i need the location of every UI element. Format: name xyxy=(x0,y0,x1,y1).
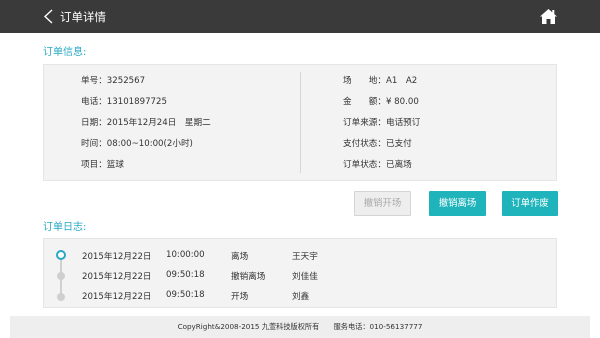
log-user: 刘佳佳 xyxy=(292,272,318,282)
source-row: 订单来源：电话预订 xyxy=(343,116,420,128)
venue-value: A1 A2 xyxy=(385,76,418,86)
home-icon[interactable] xyxy=(539,8,558,25)
log-action: 撤销离场 xyxy=(231,272,266,282)
page-title: 订单详情 xyxy=(60,10,106,24)
sport-row: 项目：篮球 xyxy=(81,158,124,170)
field-label: 项目： xyxy=(81,160,107,170)
undo-enter-button[interactable]: 撤销开场 xyxy=(354,191,411,216)
venue-row: 场 地：A1 A2 xyxy=(343,74,417,86)
log-action: 离场 xyxy=(231,252,249,262)
order-log-panel: 2015年12月22日 10:00:00 离场 王天宇 2015年12月22日 … xyxy=(43,238,557,308)
field-label: 订单来源： xyxy=(343,118,386,128)
copyright-text: CopyRight&2008-2015 九萱科技版权所有 xyxy=(177,322,320,331)
field-label: 日期： xyxy=(81,118,107,128)
time-value: 08:00~10:00(2小时) xyxy=(106,139,193,149)
field-label: 时间： xyxy=(81,139,107,149)
order-info-panel: 单号：3252567 电话：13101897725 日期：2015年12月24日… xyxy=(43,64,557,181)
payment-status-row: 支付状态：已支付 xyxy=(343,137,412,149)
column-divider xyxy=(300,72,301,173)
order-info-heading: 订单信息: xyxy=(43,47,87,58)
payment-status-value: 已支付 xyxy=(385,139,412,149)
order-number-row: 单号：3252567 xyxy=(81,74,145,86)
order-number-value: 3252567 xyxy=(106,76,146,86)
field-label: 单号： xyxy=(81,76,107,86)
log-user: 刘鑫 xyxy=(292,292,310,302)
log-user: 王天宇 xyxy=(292,252,318,262)
log-date: 2015年12月22日 xyxy=(82,252,152,262)
timeline-dot xyxy=(57,272,65,280)
log-date: 2015年12月22日 xyxy=(82,272,152,282)
time-row: 时间：08:00~10:00(2小时) xyxy=(81,137,193,149)
field-label: 场 地： xyxy=(343,76,386,86)
field-label: 订单状态： xyxy=(343,160,386,170)
log-time: 10:00:00 xyxy=(166,250,205,260)
field-label: 金 额： xyxy=(343,97,386,107)
timeline-dot xyxy=(57,293,65,301)
chevron-left-icon[interactable] xyxy=(42,8,56,25)
timeline-dot-current xyxy=(56,250,66,260)
date-value: 2015年12月24日 星期二 xyxy=(106,118,211,128)
footer: CopyRight&2008-2015 九萱科技版权所有 服务电话：010-56… xyxy=(10,316,590,338)
log-action: 开场 xyxy=(231,292,249,302)
service-phone-text: 服务电话：010-56137777 xyxy=(333,322,423,331)
amount-row: 金 额：¥ 80.00 xyxy=(343,95,419,107)
top-bar: 订单详情 xyxy=(0,0,600,33)
sport-value: 篮球 xyxy=(106,160,124,170)
amount-value: ¥ 80.00 xyxy=(385,97,419,107)
source-value: 电话预订 xyxy=(385,118,421,128)
phone-value: 13101897725 xyxy=(106,97,167,107)
field-label: 电话： xyxy=(81,97,107,107)
order-log-heading: 订单日志: xyxy=(43,222,87,233)
order-status-value: 已离场 xyxy=(385,160,412,170)
void-order-button[interactable]: 订单作废 xyxy=(502,191,558,216)
phone-row: 电话：13101897725 xyxy=(81,95,167,107)
log-time: 09:50:18 xyxy=(166,270,205,280)
field-label: 支付状态： xyxy=(343,139,386,149)
log-date: 2015年12月22日 xyxy=(82,292,152,302)
undo-leave-button[interactable]: 撤销离场 xyxy=(429,191,486,216)
date-row: 日期：2015年12月24日 星期二 xyxy=(81,116,211,128)
log-time: 09:50:18 xyxy=(166,290,205,300)
order-status-row: 订单状态：已离场 xyxy=(343,158,412,170)
